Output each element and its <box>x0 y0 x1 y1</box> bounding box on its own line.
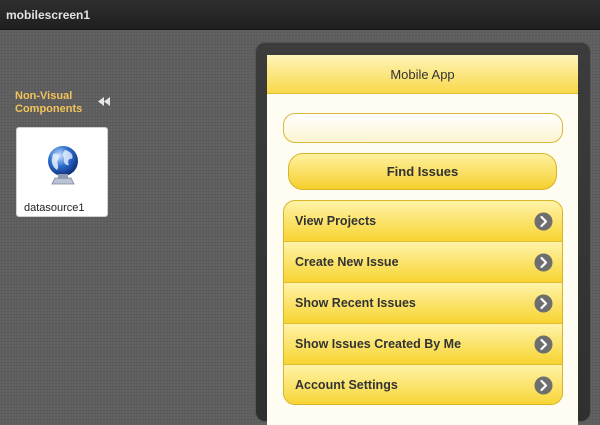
chevron-right-circle-icon <box>534 253 553 272</box>
menu-item-create-new-issue[interactable]: Create New Issue <box>284 242 562 283</box>
chevron-right-circle-icon <box>534 294 553 313</box>
mobile-screen: Mobile App Find Issues View Projects Cre… <box>267 55 578 425</box>
chevron-right-circle-icon <box>534 335 553 354</box>
title-bar: mobilescreen1 <box>0 0 600 30</box>
datasource-component[interactable]: datasource1 <box>16 127 108 217</box>
menu-item-show-issues-created-by-me[interactable]: Show Issues Created By Me <box>284 324 562 365</box>
non-visual-label-line2: Components <box>15 103 83 115</box>
non-visual-label-line1: Non-Visual <box>15 90 73 102</box>
chevron-right-circle-icon <box>534 212 553 231</box>
app-header: Mobile App <box>267 55 578 94</box>
menu-list: View Projects Create New Issue Show Rece… <box>283 200 563 405</box>
non-visual-components-label: Non-Visual Components <box>15 90 82 116</box>
datasource-label: datasource1 <box>24 202 85 214</box>
globe-datasource-icon <box>48 146 78 185</box>
menu-item-label: Account Settings <box>295 378 398 392</box>
double-chevron-left-icon[interactable] <box>98 97 110 106</box>
app-title: Mobile App <box>390 67 455 82</box>
find-issues-button[interactable]: Find Issues <box>288 153 557 190</box>
menu-item-account-settings[interactable]: Account Settings <box>284 365 562 404</box>
menu-item-label: Show Recent Issues <box>295 296 416 310</box>
menu-item-label: Show Issues Created By Me <box>295 337 462 351</box>
menu-item-show-recent-issues[interactable]: Show Recent Issues <box>284 283 562 324</box>
menu-item-label: Create New Issue <box>295 255 399 269</box>
chevron-right-circle-icon <box>534 376 553 395</box>
menu-item-view-projects[interactable]: View Projects <box>284 201 562 242</box>
window-title: mobilescreen1 <box>6 8 91 22</box>
menu-item-label: View Projects <box>295 214 377 228</box>
search-input[interactable] <box>283 113 563 143</box>
